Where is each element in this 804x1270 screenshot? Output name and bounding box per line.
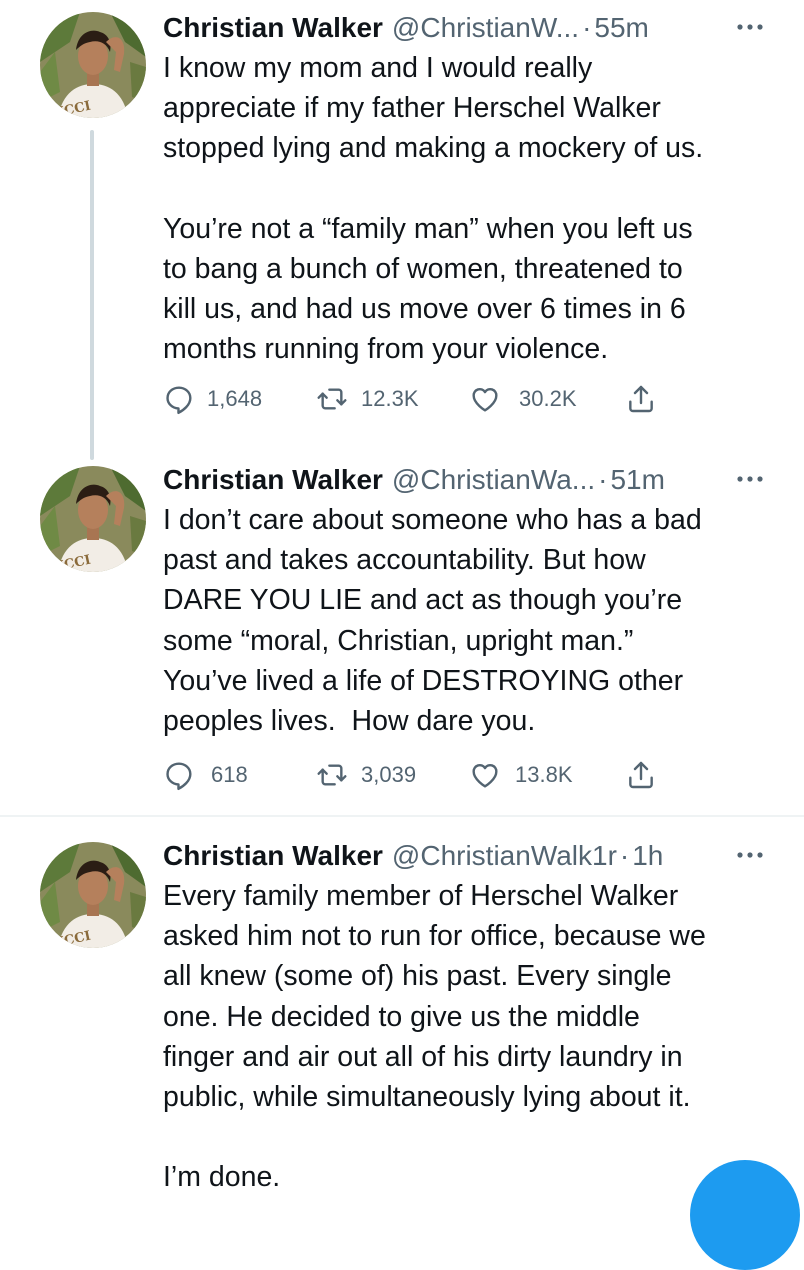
- action-bar: 1,648 12.3K 30.2K: [163, 382, 683, 416]
- tweet-text: I don’t care about someone who has a bad…: [163, 504, 702, 738]
- share-button[interactable]: [625, 758, 657, 792]
- author-handle[interactable]: @ChristianWa...: [392, 464, 595, 496]
- reply-count: 618: [211, 762, 248, 787]
- compose-button[interactable]: [690, 1160, 800, 1270]
- retweet-icon: [315, 383, 349, 415]
- author-handle[interactable]: @ChristianWalk1r: [392, 840, 617, 872]
- separator: ·: [582, 12, 592, 43]
- reply-icon: [163, 759, 195, 791]
- author-name[interactable]: Christian Walker: [163, 464, 383, 496]
- tweet-header: Christian Walker @ChristianW... · 55m: [163, 10, 649, 46]
- author-handle[interactable]: @ChristianW...: [392, 12, 579, 44]
- avatar[interactable]: GUCCI: [40, 466, 146, 572]
- avatar[interactable]: GUCCI: [40, 842, 146, 948]
- action-bar: 618 3,039 13.8K: [163, 758, 683, 792]
- separator: ·: [598, 464, 608, 495]
- avatar-image: GUCCI: [40, 842, 146, 948]
- retweet-icon: [315, 759, 349, 791]
- separator: ·: [619, 840, 630, 871]
- retweet-button[interactable]: 12.3K: [315, 382, 419, 416]
- timestamp[interactable]: 55m: [594, 12, 648, 44]
- reply-button[interactable]: 1,648: [163, 382, 262, 416]
- share-button[interactable]: [625, 382, 657, 416]
- tweet-divider: [0, 815, 804, 817]
- share-icon: [625, 759, 657, 791]
- author-name[interactable]: Christian Walker: [163, 12, 383, 44]
- reply-icon: [163, 383, 195, 415]
- share-icon: [625, 383, 657, 415]
- more-icon[interactable]: [734, 840, 766, 870]
- avatar-image: GUCCI: [40, 466, 146, 572]
- like-button[interactable]: 30.2K: [469, 382, 577, 416]
- like-button[interactable]: 13.8K: [469, 758, 573, 792]
- tweet-text: I know my mom and I would really appreci…: [163, 52, 704, 366]
- tweet-text: Every family member of Herschel Walker a…: [163, 880, 706, 1194]
- more-icon[interactable]: [734, 12, 766, 42]
- retweet-button[interactable]: 3,039: [315, 758, 416, 792]
- more-icon[interactable]: [734, 464, 766, 494]
- avatar-image: GUCCI: [40, 12, 146, 118]
- like-count: 30.2K: [519, 386, 577, 411]
- retweet-count: 12.3K: [361, 386, 419, 411]
- heart-icon: [469, 383, 501, 415]
- avatar[interactable]: GUCCI: [40, 12, 146, 118]
- reply-button[interactable]: 618: [163, 758, 248, 792]
- timestamp[interactable]: 1h: [632, 840, 663, 872]
- timestamp[interactable]: 51m: [610, 464, 664, 496]
- heart-icon: [469, 759, 501, 791]
- tweet-header: Christian Walker @ChristianWalk1r · 1h: [163, 838, 663, 874]
- author-name[interactable]: Christian Walker: [163, 840, 383, 872]
- thread-line: [90, 130, 94, 460]
- like-count: 13.8K: [515, 762, 573, 787]
- reply-count: 1,648: [207, 386, 263, 411]
- retweet-count: 3,039: [361, 762, 417, 787]
- tweet-header: Christian Walker @ChristianWa... · 51m: [163, 462, 665, 498]
